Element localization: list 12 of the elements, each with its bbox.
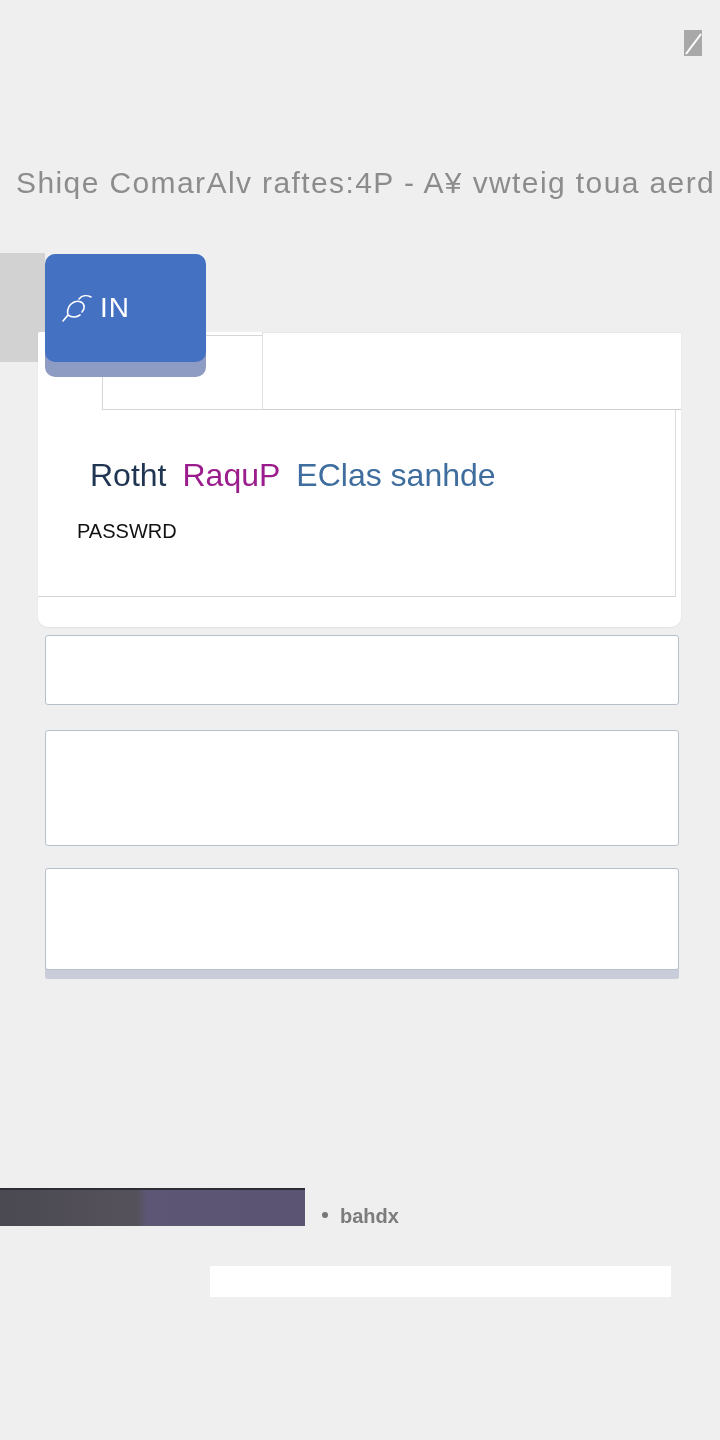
slashed-square-icon[interactable]: [684, 30, 702, 56]
title-word: Rotht: [90, 457, 167, 493]
headline: Shiqe ComarAlv raftes:4P - A¥ vwteig toua aerd: [15, 165, 716, 201]
input-field[interactable]: [45, 635, 679, 705]
bullet-icon: [322, 1212, 328, 1218]
title-word: EClas sanhde: [296, 457, 496, 493]
curl-icon: [62, 294, 92, 322]
field-label: PASSWRD: [77, 519, 177, 543]
title-word: RaquP: [182, 457, 281, 493]
caption: bahdx: [340, 1204, 399, 1228]
input-field[interactable]: [45, 730, 679, 846]
input-field[interactable]: [45, 868, 679, 970]
